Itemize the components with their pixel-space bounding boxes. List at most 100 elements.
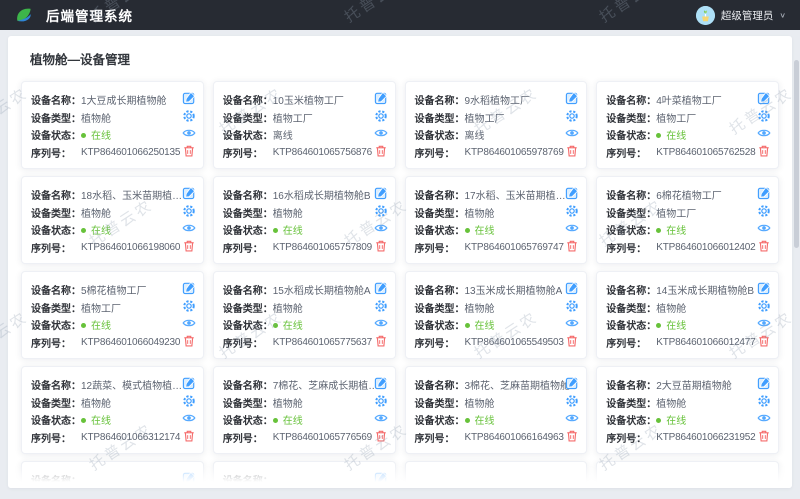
device-serial-label: 序列号： bbox=[31, 335, 81, 350]
gear-icon[interactable] bbox=[374, 109, 388, 123]
edit-icon[interactable] bbox=[182, 376, 196, 390]
gear-icon[interactable] bbox=[757, 109, 771, 123]
gear-icon[interactable] bbox=[374, 204, 388, 218]
card-actions bbox=[374, 281, 388, 348]
edit-icon[interactable] bbox=[182, 186, 196, 200]
status-text: 离线 bbox=[273, 131, 293, 142]
device-type-row: 设备类型： 植物工厂 bbox=[415, 109, 578, 127]
edit-icon[interactable] bbox=[565, 376, 579, 390]
device-name-value: 13玉米成长期植物舱A bbox=[465, 282, 563, 297]
eye-icon[interactable] bbox=[565, 411, 579, 425]
trash-icon[interactable] bbox=[757, 334, 771, 348]
eye-icon[interactable] bbox=[374, 221, 388, 235]
trash-icon[interactable] bbox=[374, 144, 388, 158]
device-name-value: 16水稻成长期植物舱B bbox=[273, 187, 371, 202]
device-status-label: 设备状态： bbox=[223, 317, 273, 332]
device-serial-row: 序列号： KTP864601065769747 bbox=[415, 239, 578, 257]
eye-icon[interactable] bbox=[182, 411, 196, 425]
gear-icon[interactable] bbox=[565, 299, 579, 313]
trash-icon[interactable] bbox=[182, 144, 196, 158]
device-name-label: 设备名称： bbox=[223, 472, 273, 487]
trash-icon[interactable] bbox=[565, 144, 579, 158]
trash-icon[interactable] bbox=[565, 334, 579, 348]
edit-icon[interactable] bbox=[374, 471, 388, 485]
device-type-row: 设备类型： 植物舱 bbox=[223, 394, 386, 412]
vertical-scrollbar[interactable] bbox=[794, 60, 799, 248]
eye-icon[interactable] bbox=[757, 411, 771, 425]
edit-icon[interactable] bbox=[757, 376, 771, 390]
trash-icon[interactable] bbox=[374, 429, 388, 443]
device-status-row: 设备状态： 在线 bbox=[606, 316, 769, 334]
edit-icon[interactable] bbox=[757, 91, 771, 105]
gear-icon[interactable] bbox=[565, 394, 579, 408]
eye-icon[interactable] bbox=[182, 126, 196, 140]
eye-icon[interactable] bbox=[374, 411, 388, 425]
status-text: 在线 bbox=[666, 321, 686, 332]
trash-icon[interactable] bbox=[374, 334, 388, 348]
gear-icon[interactable] bbox=[757, 394, 771, 408]
device-card: 设备名称： 3棉花、芝麻苗期植物舱 设备类型： 植物舱 设备状态： 在线 序列号… bbox=[405, 366, 588, 454]
eye-icon[interactable] bbox=[757, 316, 771, 330]
gear-icon[interactable] bbox=[374, 299, 388, 313]
trash-icon[interactable] bbox=[182, 429, 196, 443]
device-type-row: 设备类型： 植物工厂 bbox=[606, 204, 769, 222]
eye-icon[interactable] bbox=[374, 126, 388, 140]
device-card: 设备名称： 18水稻、玉米苗期植… 设备类型： 植物舱 设备状态： 在线 序列号… bbox=[21, 176, 204, 264]
trash-icon[interactable] bbox=[757, 144, 771, 158]
eye-icon[interactable] bbox=[757, 221, 771, 235]
edit-icon[interactable] bbox=[565, 186, 579, 200]
edit-icon[interactable] bbox=[565, 281, 579, 295]
edit-icon[interactable] bbox=[565, 91, 579, 105]
user-menu[interactable]: 超级管理员 ∨ bbox=[696, 6, 786, 25]
gear-icon[interactable] bbox=[182, 204, 196, 218]
gear-icon[interactable] bbox=[757, 204, 771, 218]
edit-icon[interactable] bbox=[182, 91, 196, 105]
eye-icon[interactable] bbox=[565, 316, 579, 330]
edit-icon[interactable] bbox=[182, 471, 196, 485]
edit-icon[interactable] bbox=[374, 376, 388, 390]
trash-icon[interactable] bbox=[565, 429, 579, 443]
gear-icon[interactable] bbox=[565, 109, 579, 123]
device-card-partial: 设备名称： bbox=[213, 461, 396, 488]
edit-icon[interactable] bbox=[374, 186, 388, 200]
device-type-value: 植物舱 bbox=[656, 395, 686, 410]
device-type-value: 植物舱 bbox=[273, 205, 303, 220]
gear-icon[interactable] bbox=[565, 204, 579, 218]
gear-icon[interactable] bbox=[182, 394, 196, 408]
edit-icon[interactable] bbox=[374, 281, 388, 295]
device-serial-row: 序列号： KTP864601066198060 bbox=[31, 239, 194, 257]
eye-icon[interactable] bbox=[182, 221, 196, 235]
device-type-row: 设备类型： 植物舱 bbox=[31, 109, 194, 127]
device-name-row: 设备名称： bbox=[223, 471, 386, 488]
eye-icon[interactable] bbox=[182, 316, 196, 330]
device-status-value: 在线 bbox=[81, 412, 111, 427]
eye-icon[interactable] bbox=[565, 126, 579, 140]
edit-icon[interactable] bbox=[374, 91, 388, 105]
trash-icon[interactable] bbox=[182, 239, 196, 253]
user-avatar[interactable] bbox=[696, 6, 715, 25]
trash-icon[interactable] bbox=[374, 239, 388, 253]
device-type-label: 设备类型： bbox=[223, 205, 273, 220]
device-type-value: 植物舱 bbox=[656, 300, 686, 315]
gear-icon[interactable] bbox=[182, 109, 196, 123]
trash-icon[interactable] bbox=[182, 334, 196, 348]
device-type-label: 设备类型： bbox=[415, 300, 465, 315]
edit-icon[interactable] bbox=[757, 281, 771, 295]
gear-icon[interactable] bbox=[757, 299, 771, 313]
trash-icon[interactable] bbox=[565, 239, 579, 253]
device-serial-row: 序列号： KTP864601066012402 bbox=[606, 239, 769, 257]
gear-icon[interactable] bbox=[182, 299, 196, 313]
gear-icon[interactable] bbox=[374, 394, 388, 408]
device-type-row: 设备类型： 植物舱 bbox=[415, 394, 578, 412]
eye-icon[interactable] bbox=[565, 221, 579, 235]
device-serial-row: 序列号： KTP864601066312174 bbox=[31, 429, 194, 447]
edit-icon[interactable] bbox=[757, 186, 771, 200]
eye-icon[interactable] bbox=[757, 126, 771, 140]
edit-icon[interactable] bbox=[182, 281, 196, 295]
trash-icon[interactable] bbox=[757, 239, 771, 253]
device-type-label: 设备类型： bbox=[415, 205, 465, 220]
device-serial-label: 序列号： bbox=[415, 335, 465, 350]
device-name-value: 10玉米植物工厂 bbox=[273, 92, 344, 107]
eye-icon[interactable] bbox=[374, 316, 388, 330]
trash-icon[interactable] bbox=[757, 429, 771, 443]
